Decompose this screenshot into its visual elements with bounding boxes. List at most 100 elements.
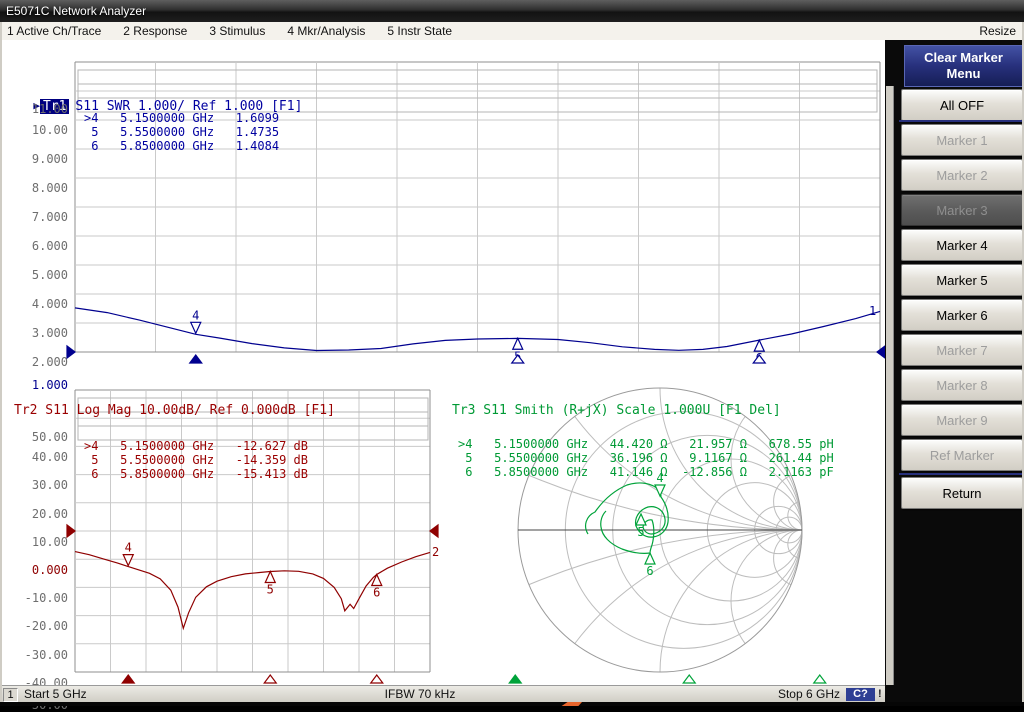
window-title: E5071C Network Analyzer [0,4,146,18]
tr1-ytick: 5.000 [6,268,68,282]
alert-indicator: ! [878,688,884,701]
tr1-ytick: 4.000 [6,297,68,311]
softkey-separator [899,473,1023,475]
tr2-ytick: 10.00 [6,535,68,549]
trace3-marker-readout-row: 5 5.5500000 GHz 36.196 Ω 9.1167 Ω 261.44… [458,451,834,465]
tr2-ref-arrow-left [67,525,75,537]
softkey-menu-header-line1: Clear Marker [905,50,1022,66]
tr3-stimulus-marker-active-icon [509,675,521,683]
menu-item-2[interactable]: 2 Response [123,22,187,40]
ifbw-label: IFBW 70 kHz [350,687,490,702]
tr2-marker-5-icon [265,571,275,582]
tr2-marker-6-icon [372,574,382,585]
tr2-ytick: 30.00 [6,478,68,492]
softkey-marker-8: Marker 8 [901,369,1023,401]
smith-reactance-arc [92,530,885,685]
correction-status-badge: C? [846,688,875,701]
stop-frequency-label: Stop 6 GHz [740,687,840,702]
softkey-marker-9: Marker 9 [901,404,1023,436]
menu-item-1[interactable]: 1 Active Ch/Trace [7,22,101,40]
tr2-ytick: 20.00 [6,507,68,521]
softkey-separator [899,120,1023,122]
tr2-trace-number: 2 [432,545,439,559]
trace2-title: Tr2 S11 Log Mag 10.00dB/ Ref 0.000dB [F1… [14,403,335,418]
softkey-return[interactable]: Return [901,477,1023,509]
menu-item-5[interactable]: 5 Instr State [387,22,452,40]
tr1-ytick: 10.00 [6,123,68,137]
tr2-stimulus-marker-icon [371,675,383,683]
softkey-marker-6[interactable]: Marker 6 [901,299,1023,331]
tr1-marker-6-icon [754,340,764,351]
tr2-ytick: -30.00 [6,648,68,662]
trace3-marker-readout-row: >4 5.1500000 GHz 44.420 Ω 21.957 Ω 678.5… [458,437,834,451]
tr1-ytick: 3.000 [6,326,68,340]
window-border-left [0,22,2,702]
tr1-stimulus-marker-active-icon [190,355,202,363]
softkey-marker-4[interactable]: Marker 4 [901,229,1023,261]
tr3-marker-5-number: 5 [637,525,644,539]
softkey-marker-5[interactable]: Marker 5 [901,264,1023,296]
trace1-marker-readout-row: 6 5.8500000 GHz 1.4084 [84,139,279,153]
smith-reactance-arc [518,530,885,685]
tr1-marker-5-icon [513,338,523,349]
tr1-ref-arrow-right [877,346,885,358]
trace2-marker-readout-row: >4 5.1500000 GHz -12.627 dB [84,439,308,453]
start-frequency-label: Start 5 GHz [24,687,87,702]
tr2-marker-5-number: 5 [267,582,274,596]
plot-area: 45614562456 ▶Tr1S11 SWR 1.000/ Ref 1.000… [0,40,885,685]
tr1-marker-4-number: 4 [192,308,199,322]
tr2-ytick: 0.000 [6,563,68,577]
tr3-stimulus-marker-icon [814,675,826,683]
menu-bar: 1 Active Ch/Trace 2 Response 3 Stimulus 4 M… [0,22,1024,41]
trace2-marker-readout-row: 5 5.5500000 GHz -14.359 dB [84,453,308,467]
tr1-ytick: 11.00 [6,102,68,116]
tr1-ytick: 1.000 [6,378,68,392]
softkey-menu-header: Clear Marker Menu [904,45,1023,87]
tr2-ytick: -10.00 [6,591,68,605]
softkey-marker-3[interactable]: Marker 3 [901,194,1023,226]
tr1-ytick: 9.000 [6,152,68,166]
tr2-ytick: -20.00 [6,619,68,633]
channel-number-box: 1 [3,688,18,702]
tr1-ytick: 6.000 [6,239,68,253]
softkey-all-off[interactable]: All OFF [901,89,1023,121]
tr2-marker-4-number: 4 [125,541,132,555]
softkey-scrollbar[interactable] [886,86,894,685]
tr2-ref-arrow-right [430,525,438,537]
softkey-menu: Clear Marker Menu All OFFMarker 1Marker … [885,40,1022,706]
menu-item-4[interactable]: 4 Mkr/Analysis [287,22,365,40]
tr1-ytick: 2.000 [6,355,68,369]
tr3-stimulus-marker-icon [683,675,695,683]
trace3-marker-readout-row: 6 5.8500000 GHz 41.146 Ω -12.856 Ω 2.116… [458,465,834,479]
tr1-ytick: 7.000 [6,210,68,224]
tr3-marker-6-icon [645,553,655,564]
tr1-ytick: 8.000 [6,181,68,195]
tr3-trace [586,483,669,553]
tr2-marker-6-number: 6 [373,585,380,599]
softkey-menu-header-line2: Menu [905,66,1022,82]
window-bottom-edge [0,702,1024,706]
tr2-stimulus-marker-active-icon [122,675,134,683]
softkey-marker-1: Marker 1 [901,124,1023,156]
trace2-marker-readout-row: 6 5.8500000 GHz -15.413 dB [84,467,308,481]
tr1-trace-number: 1 [869,304,876,318]
tr2-ytick: 40.00 [6,450,68,464]
menu-item-resize[interactable]: Resize [979,22,1016,40]
menu-item-3[interactable]: 3 Stimulus [209,22,265,40]
tr3-marker-6-number: 6 [646,564,653,578]
trace1-marker-readout-row: 5 5.5500000 GHz 1.4735 [84,125,279,139]
window-titlebar: E5071C Network Analyzer [0,0,1024,22]
smith-reactance-arc [660,246,885,530]
softkey-ref-marker: Ref Marker [901,439,1023,471]
menu-items: 1 Active Ch/Trace 2 Response 3 Stimulus 4 M… [7,22,452,40]
tr1-marker-4-icon [191,322,201,333]
trace3-title: Tr3 S11 Smith (R+jX) Scale 1.000U [F1 De… [452,403,781,418]
softkey-marker-7: Marker 7 [901,334,1023,366]
tr2-stimulus-marker-icon [264,675,276,683]
trace1-marker-readout-row: >4 5.1500000 GHz 1.6099 [84,111,279,125]
tr1-ref-arrow-left [67,346,75,358]
tr2-marker-4-icon [123,555,133,566]
status-bar: 1 Start 5 GHz IFBW 70 kHz Stop 6 GHz C? … [0,685,885,703]
softkey-marker-2: Marker 2 [901,159,1023,191]
smith-reactance-arc [731,530,873,672]
